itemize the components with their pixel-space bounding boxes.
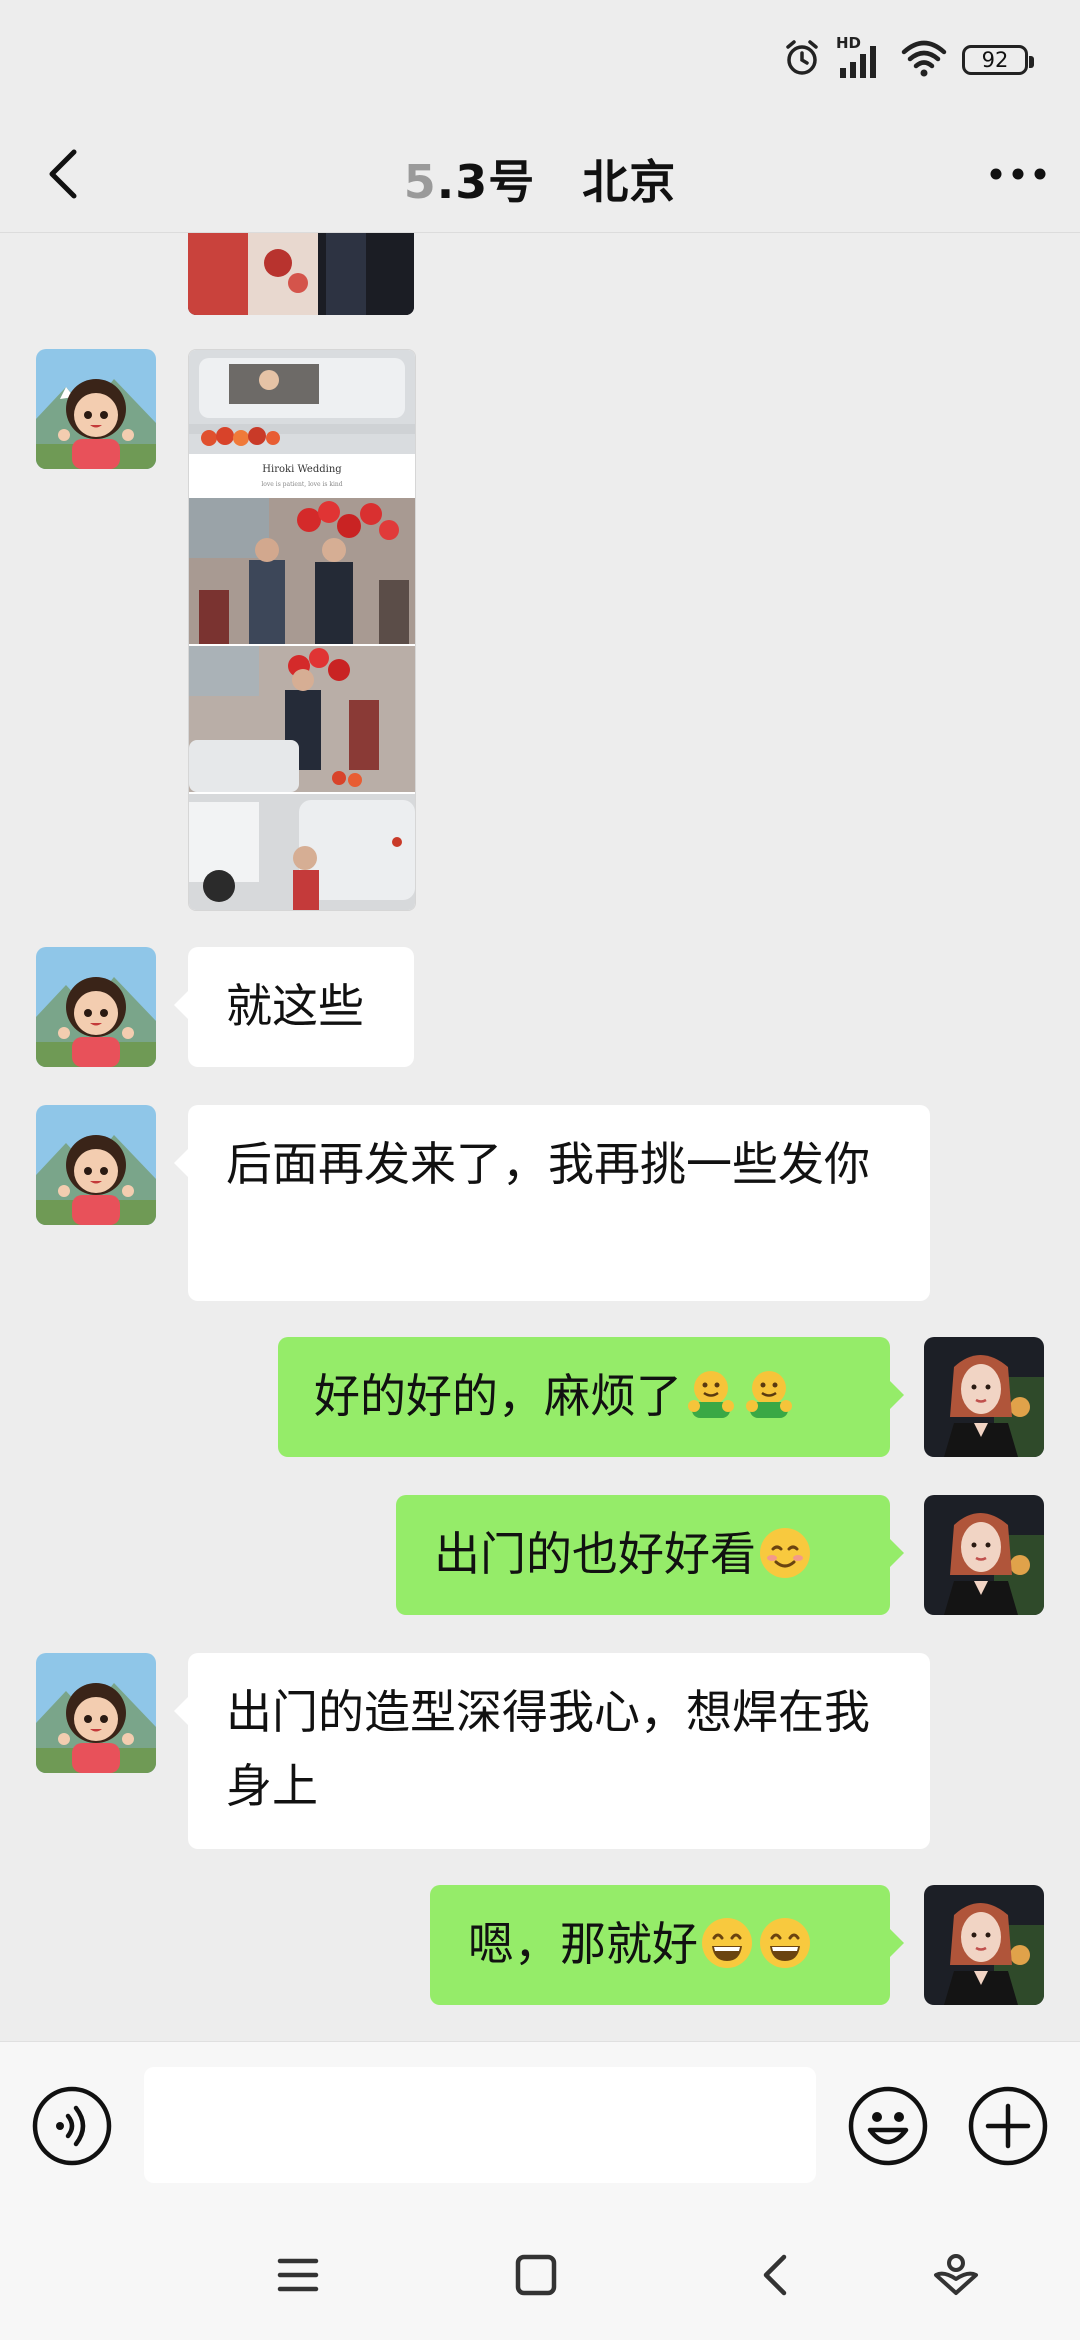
contact-avatar[interactable] xyxy=(36,1653,156,1773)
smiling-emoji-icon xyxy=(760,1528,810,1578)
status-bar: HD 92 xyxy=(0,0,1080,120)
chat-title-text: .3号 北京 xyxy=(436,155,677,209)
menu-icon xyxy=(277,2258,319,2292)
chat-header: 5.3号 北京 xyxy=(0,120,1080,233)
message-text: 好的好的，麻烦了 xyxy=(314,1369,682,1423)
voice-icon xyxy=(32,2086,112,2166)
message-text: 就这些 xyxy=(226,979,364,1033)
message-bubble-incoming[interactable]: 后面再发来了，我再挑一些发你 xyxy=(174,1105,930,1301)
nav-home-button[interactable] xyxy=(500,2239,572,2311)
contact-avatar[interactable] xyxy=(36,947,156,1067)
status-icons: HD 92 xyxy=(782,34,1034,82)
plus-icon xyxy=(968,2086,1048,2166)
chat-title: 5.3号 北京 xyxy=(0,146,1080,212)
collage-caption-title: Hiroki Wedding xyxy=(262,464,342,475)
message-bubble-incoming[interactable]: 就这些 xyxy=(174,947,414,1067)
message-text-input[interactable] xyxy=(144,2067,816,2183)
message-text: 出门的也好好看 xyxy=(434,1527,756,1581)
wifi-icon xyxy=(900,38,948,82)
my-avatar[interactable] xyxy=(924,1885,1044,2005)
photo-thumbnail xyxy=(188,233,414,315)
contact-avatar[interactable] xyxy=(36,349,156,469)
message-bubble-outgoing[interactable]: 好的好的，麻烦了 xyxy=(278,1337,904,1457)
my-avatar[interactable] xyxy=(924,1495,1044,1615)
message-bubble-incoming[interactable]: 出门的造型深得我心，想焊在我身上 xyxy=(174,1653,930,1849)
message-bubble-outgoing[interactable]: 出门的也好好看 xyxy=(396,1495,904,1615)
alarm-icon xyxy=(782,38,822,82)
hug-emoji-icon xyxy=(746,1371,792,1418)
cellular-signal-icon: HD xyxy=(836,34,886,82)
more-options-button[interactable] xyxy=(986,142,1050,206)
nav-assistant-button[interactable] xyxy=(920,2239,992,2311)
shared-photo-previous[interactable] xyxy=(188,233,414,315)
home-square-icon xyxy=(515,2254,557,2296)
more-functions-button[interactable] xyxy=(968,2086,1048,2166)
photo-collage-image: Hiroki Wedding love is patient, love is … xyxy=(189,350,415,910)
message-text: 嗯，那就好 xyxy=(468,1917,698,1971)
hug-emoji-icon xyxy=(688,1371,734,1418)
nav-back-button[interactable] xyxy=(738,2239,810,2311)
assistant-icon xyxy=(934,2254,978,2295)
shared-photo-collage[interactable]: Hiroki Wedding love is patient, love is … xyxy=(188,349,416,911)
emoji-button[interactable] xyxy=(848,2086,928,2166)
back-triangle-icon xyxy=(763,2254,787,2296)
system-navigation-bar xyxy=(0,2211,1080,2340)
chat-area[interactable]: Hiroki Wedding love is patient, love is … xyxy=(0,233,1080,2041)
message-bubble-outgoing[interactable]: 嗯，那就好 xyxy=(430,1885,904,2005)
grinning-emoji-icon xyxy=(702,1918,752,1968)
grinning-emoji-icon xyxy=(760,1918,810,1968)
message-text: 出门的造型深得我心，想焊在我身上 xyxy=(226,1685,870,1813)
nav-menu-button[interactable] xyxy=(262,2239,334,2311)
battery-level: 92 xyxy=(981,48,1009,72)
chat-title-faded: 5 xyxy=(403,155,437,209)
more-dots-icon xyxy=(990,168,1046,180)
battery-indicator: 92 xyxy=(962,45,1034,75)
smiley-icon xyxy=(848,2086,928,2166)
my-avatar[interactable] xyxy=(924,1337,1044,1457)
collage-caption-subtitle: love is patient, love is kind xyxy=(261,481,342,488)
message-input-bar xyxy=(0,2041,1080,2212)
message-text: 后面再发来了，我再挑一些发你 xyxy=(226,1137,870,1191)
voice-input-button[interactable] xyxy=(32,2086,112,2166)
contact-avatar[interactable] xyxy=(36,1105,156,1225)
